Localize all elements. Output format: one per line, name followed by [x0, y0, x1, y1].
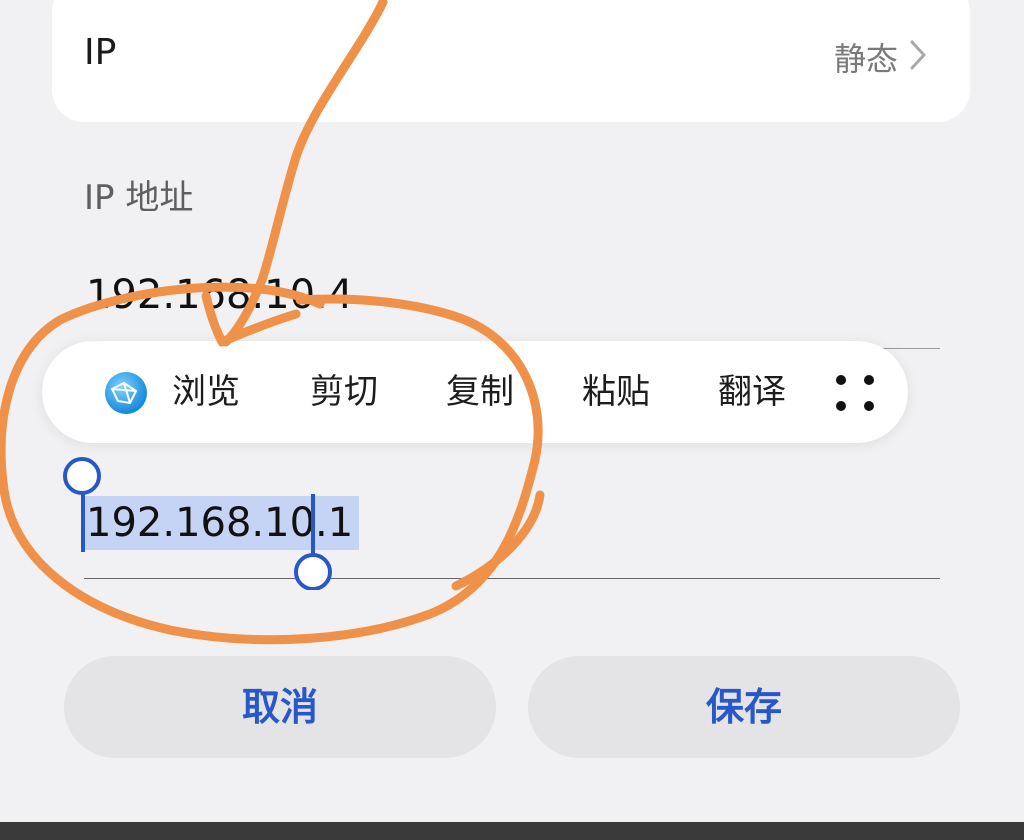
text-selection-menu: 浏览 剪切 复制 粘贴 翻译 — [42, 341, 908, 443]
selection-handle-end[interactable] — [292, 494, 336, 590]
menu-item-copy[interactable]: 复制 — [446, 367, 514, 417]
chevron-right-icon — [910, 40, 926, 70]
gateway-input[interactable]: 192.168.10.1 — [84, 496, 940, 580]
ip-setting-row[interactable]: IP 静态 — [52, 0, 970, 122]
ip-setting-value: 静态 — [833, 40, 898, 78]
menu-item-cut[interactable]: 剪切 — [310, 367, 378, 417]
bottom-bar — [0, 822, 1024, 840]
ip-address-label: IP 地址 — [84, 178, 194, 218]
menu-item-paste[interactable]: 粘贴 — [582, 367, 650, 417]
menu-item-translate[interactable]: 翻译 — [718, 367, 786, 417]
network-settings-screen: IP 静态 IP 地址 192.168.10.4 192.168.10.1 浏览… — [0, 0, 1024, 840]
selection-handle-start[interactable] — [62, 456, 102, 552]
ip-address-field[interactable]: 192.168.10.4 — [86, 272, 353, 318]
save-button[interactable]: 保存 — [528, 656, 960, 758]
menu-item-browse[interactable]: 浏览 — [172, 367, 240, 417]
cancel-button[interactable]: 取消 — [64, 656, 496, 758]
globe-icon[interactable] — [102, 369, 150, 417]
ip-setting-label: IP — [84, 32, 117, 73]
more-icon[interactable] — [830, 369, 880, 417]
gateway-underline — [84, 578, 940, 579]
